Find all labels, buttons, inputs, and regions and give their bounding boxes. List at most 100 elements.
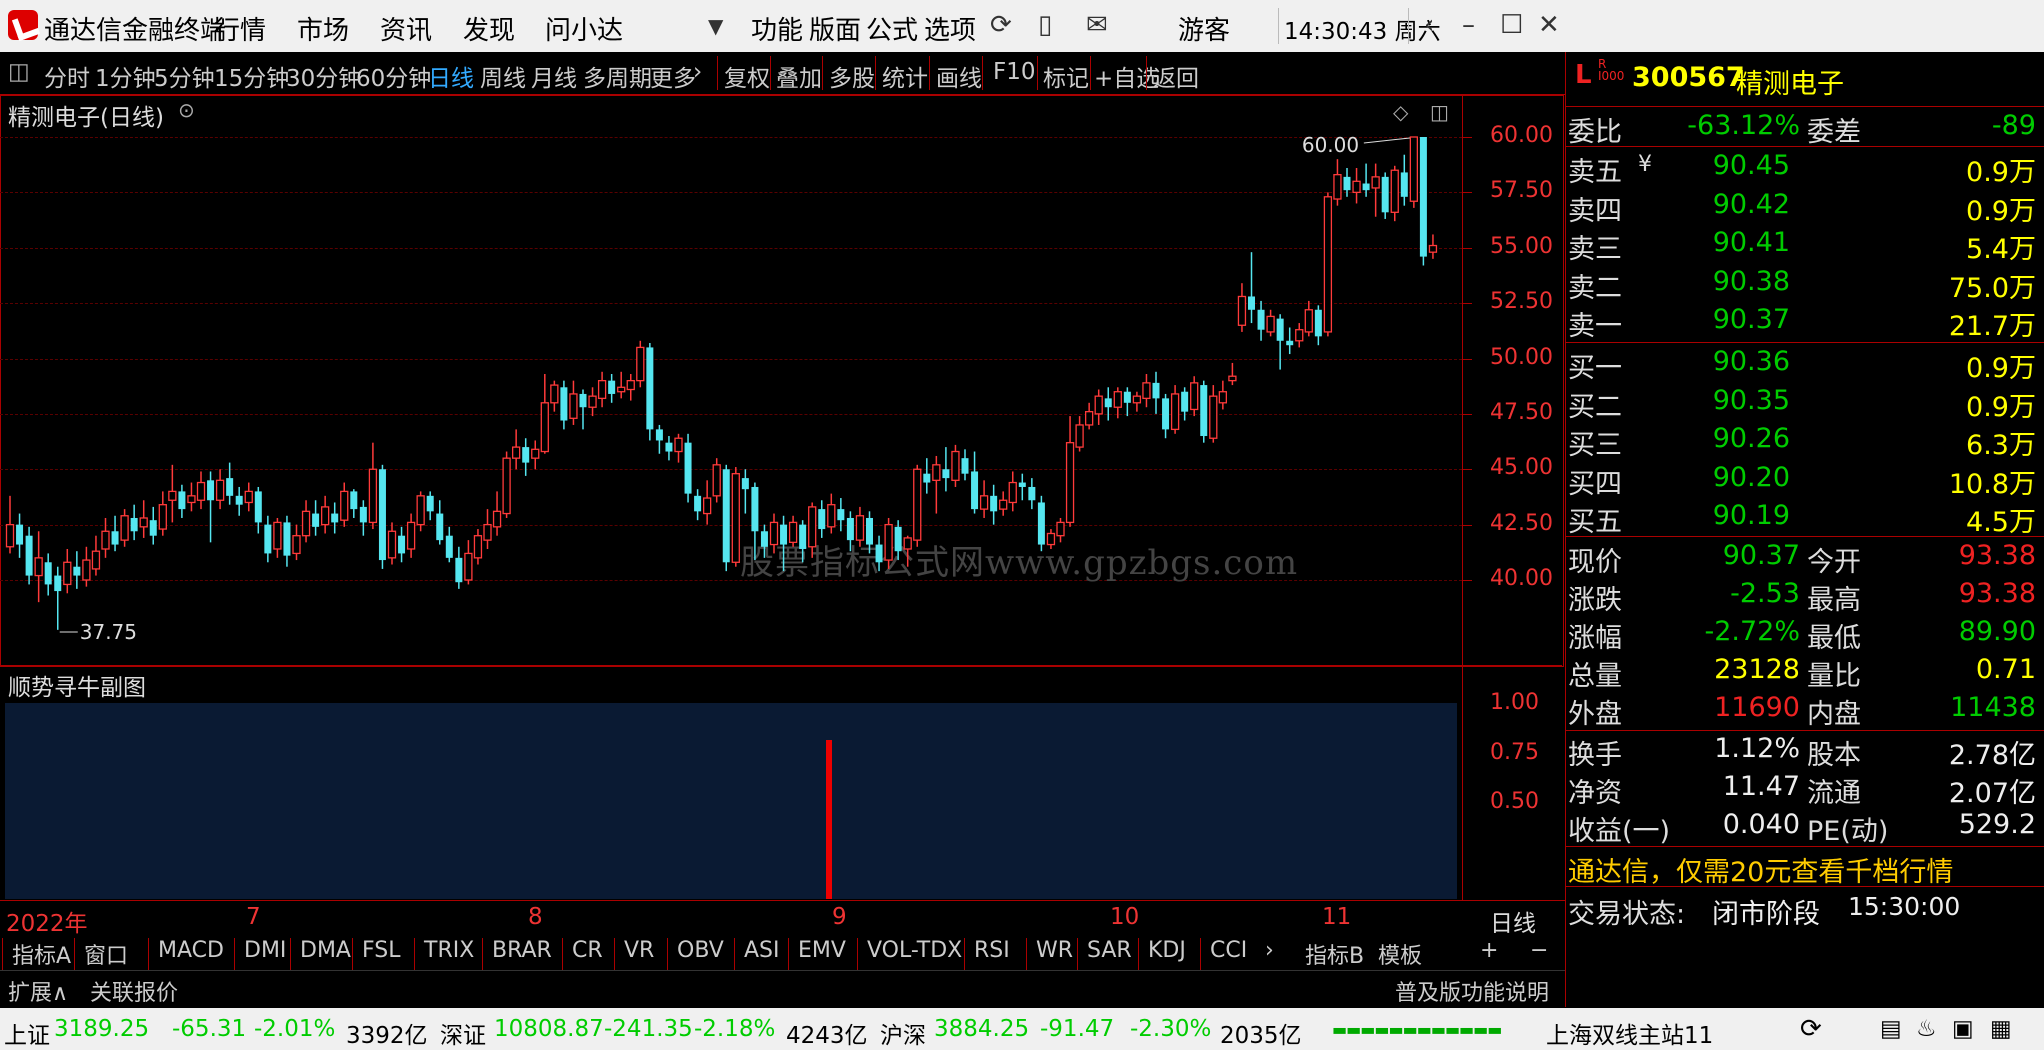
indicator-tab-rsi[interactable]: RSI xyxy=(974,938,1010,963)
sell-volume: 0.9万 xyxy=(1966,195,2036,227)
promo-link[interactable]: 通达信，仅需20元查看千档行情 xyxy=(1568,850,1953,889)
quote-v1: -2.53 xyxy=(1730,578,1800,609)
related-quote-button[interactable]: 关联报价 xyxy=(90,975,178,1007)
indicator-tab-dmi[interactable]: DMI xyxy=(244,938,286,963)
candle xyxy=(588,387,597,417)
grid-icon[interactable]: ▦ xyxy=(1990,1016,2012,1042)
buy-volume: 6.3万 xyxy=(1966,430,2036,461)
close-icon[interactable]: ✕ xyxy=(1538,10,1560,40)
indicator-tab-wr[interactable]: WR xyxy=(1036,938,1073,963)
candle xyxy=(359,500,367,536)
hs-index: 3884.25 xyxy=(934,1016,1030,1042)
tab-divider xyxy=(234,938,235,972)
quote-l1: 总量 xyxy=(1568,661,1622,692)
maximize-icon[interactable]: ☐ xyxy=(1500,10,1523,40)
month-label-10: 10 xyxy=(1110,904,1140,930)
indicator-tab-brar[interactable]: BRAR xyxy=(492,938,552,963)
candle xyxy=(1286,327,1294,355)
candle xyxy=(1390,165,1399,222)
sz-pct: -2.18% xyxy=(694,1016,776,1042)
indicator-tab-cci[interactable]: CCI xyxy=(1210,938,1247,963)
indicator-tab-trix[interactable]: TRIX xyxy=(424,938,474,963)
indicator-tab-macd[interactable]: MACD xyxy=(158,938,224,963)
info-l2: 流通 xyxy=(1807,778,1861,809)
sh-change: -65.31 xyxy=(172,1016,247,1042)
sell-label: 卖五 xyxy=(1568,157,1622,188)
candle xyxy=(1276,314,1284,370)
candle xyxy=(684,433,692,503)
help-link[interactable]: 普及版功能说明 xyxy=(1395,975,1549,1007)
sub-tick-label: 0.75 xyxy=(1490,739,1539,765)
indicator-tab-kdj[interactable]: KDJ xyxy=(1148,938,1186,963)
candle xyxy=(292,524,301,561)
indicator-tab-obv[interactable]: OBV xyxy=(677,938,724,963)
info-v1: 0.040 xyxy=(1722,809,1800,840)
expand-button[interactable]: 扩展∧ xyxy=(8,975,68,1007)
candle xyxy=(1181,387,1189,421)
minimize-icon[interactable]: – xyxy=(1462,10,1475,40)
candle xyxy=(149,506,157,545)
candle xyxy=(712,458,721,503)
candle xyxy=(82,546,91,587)
candle xyxy=(436,500,444,545)
candle xyxy=(244,482,253,512)
sz-index: 10808.87 xyxy=(494,1016,604,1042)
candle xyxy=(827,493,836,534)
candle xyxy=(1162,393,1170,439)
candle xyxy=(1085,402,1094,430)
sz-label[interactable]: 深证 xyxy=(440,1016,486,1050)
price-tick-mark xyxy=(1462,358,1472,360)
indicator-tab-asi[interactable]: ASI xyxy=(744,938,780,963)
sh-label[interactable]: 上证 xyxy=(4,1016,50,1050)
lamp-icon[interactable]: ♨ xyxy=(1916,1016,1937,1042)
candle xyxy=(1152,371,1160,414)
indicator-tab-fsl[interactable]: FSL xyxy=(362,938,401,963)
candle xyxy=(1209,385,1218,443)
price-tick-mark xyxy=(1462,469,1472,471)
indicator-tab-emv[interactable]: EMV xyxy=(798,938,846,963)
indicator-tab-指标a[interactable]: 指标A xyxy=(12,938,71,970)
hs-label[interactable]: 沪深 xyxy=(880,1016,926,1050)
buy-volume: 0.9万 xyxy=(1966,353,2036,384)
low-price-label: 37.75 xyxy=(79,620,138,644)
tab-scroll-right-icon[interactable]: › xyxy=(1265,938,1274,963)
list-icon[interactable]: ▤ xyxy=(1880,1016,1902,1042)
price-tick-label: 50.00 xyxy=(1490,344,1553,370)
candle xyxy=(416,491,425,532)
zoom-out-icon[interactable]: − xyxy=(1530,938,1548,963)
candle xyxy=(1018,473,1026,501)
candle xyxy=(990,484,998,525)
zoom-in-icon[interactable]: + xyxy=(1480,938,1498,963)
r-badge-icon: R I000 xyxy=(1598,57,1625,83)
connect-icon[interactable]: ⟳ xyxy=(1800,1014,1822,1044)
indicator-tab-窗口[interactable]: 窗口 xyxy=(84,938,128,970)
sh-index: 3189.25 xyxy=(54,1016,150,1042)
quote-l2: 今开 xyxy=(1807,547,1861,578)
candle xyxy=(139,500,148,538)
template-tab[interactable]: 模板 xyxy=(1378,938,1422,970)
price-tick-mark xyxy=(1462,192,1472,194)
candle xyxy=(101,517,110,558)
candle xyxy=(54,566,62,630)
sell-label: 卖二 xyxy=(1568,272,1622,304)
server-name[interactable]: 上海双线主站11 xyxy=(1546,1016,1713,1050)
candle xyxy=(769,513,779,554)
candle xyxy=(235,486,243,516)
candle xyxy=(215,469,225,510)
indicator-tab-vr[interactable]: VR xyxy=(624,938,654,963)
price-tick-mark xyxy=(1462,580,1472,581)
indicator-tab-b[interactable]: 指标B xyxy=(1305,938,1364,970)
order-book-divider xyxy=(1565,342,2044,343)
indicator-tab-vol-tdx[interactable]: VOL-TDX xyxy=(867,938,962,963)
indicator-tab-cr[interactable]: CR xyxy=(572,938,603,963)
indicator-tab-dma[interactable]: DMA xyxy=(300,938,351,963)
indicator-tab-sar[interactable]: SAR xyxy=(1087,938,1132,963)
tab-divider xyxy=(482,938,483,972)
candle xyxy=(866,511,873,554)
candle xyxy=(1075,416,1084,452)
candle xyxy=(979,480,989,518)
qrcode-icon[interactable]: ▣ xyxy=(1952,1016,1974,1042)
sub-tick-label: 1.00 xyxy=(1490,690,1539,715)
tab-divider xyxy=(734,938,735,972)
candle xyxy=(406,513,416,558)
